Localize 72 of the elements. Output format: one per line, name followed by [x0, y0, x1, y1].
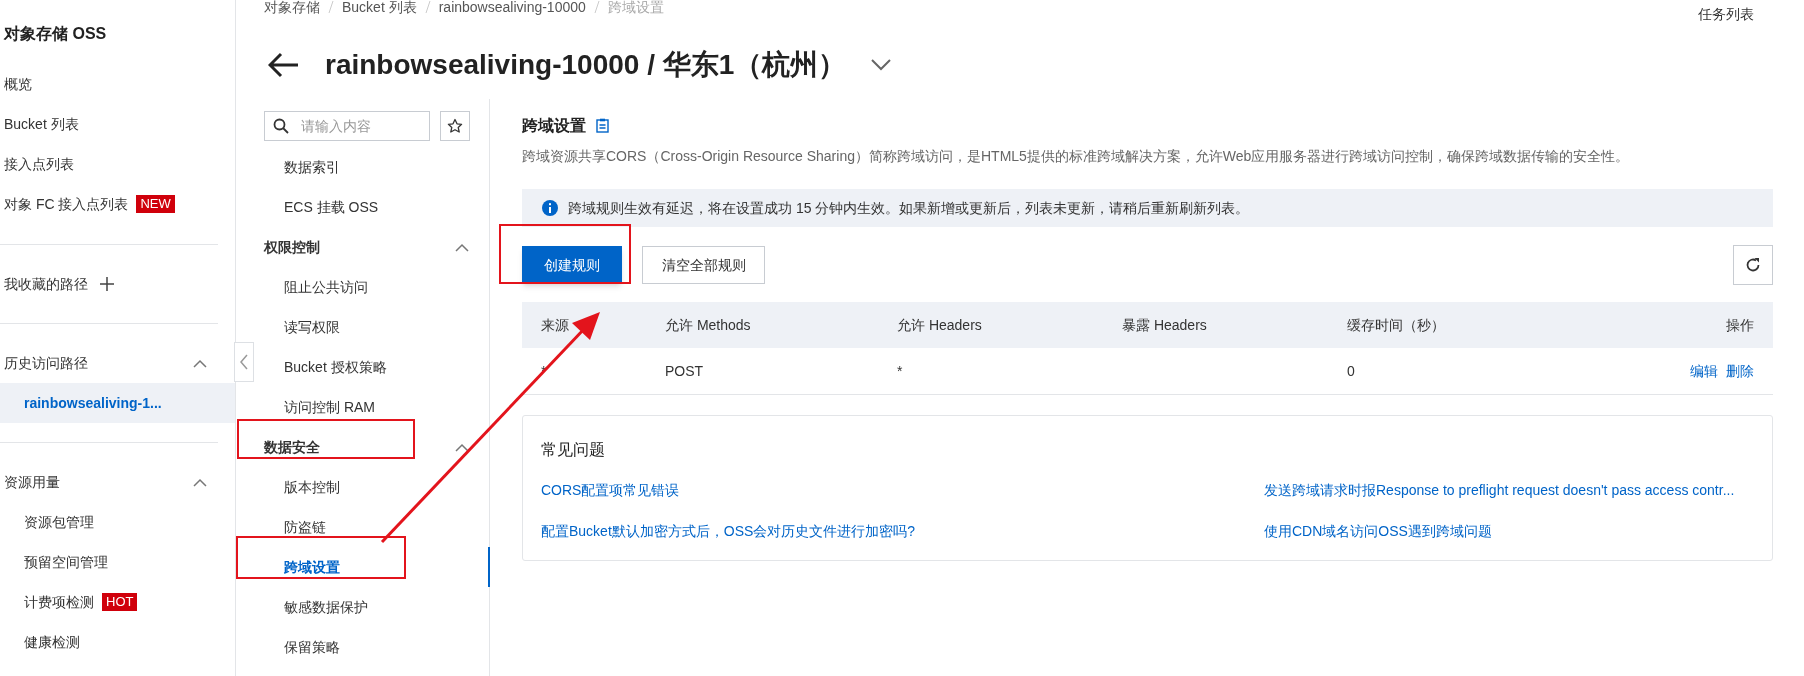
- faq-link[interactable]: CORS配置项常见错误: [541, 480, 1264, 501]
- nav-item[interactable]: 数据索引: [284, 156, 340, 178]
- section-label[interactable]: 历史访问路径: [4, 352, 88, 374]
- sidebar-item[interactable]: 预留空间管理: [24, 551, 108, 573]
- plus-icon[interactable]: [100, 277, 114, 291]
- nav-item[interactable]: 阻止公共访问: [284, 276, 368, 298]
- sidebar-item[interactable]: 计费项检测: [24, 591, 94, 613]
- table-cell-text: POST: [665, 361, 705, 381]
- column-header: 来源: [541, 315, 570, 335]
- nav-item[interactable]: 读写权限: [284, 316, 340, 338]
- chevron-up-icon[interactable]: [455, 242, 469, 252]
- notice-text: 跨域规则生效有延迟，将在设置成功 15 分钟内生效。如果新增或更新后，列表未更新，请稍后重新刷新列表。: [568, 198, 1250, 218]
- badge: HOT: [102, 593, 138, 611]
- section-label[interactable]: 资源用量: [4, 471, 60, 493]
- nav-item[interactable]: 版本控制: [284, 476, 340, 498]
- chevron-up-icon[interactable]: [193, 477, 207, 487]
- nav-group-label[interactable]: 数据安全: [264, 436, 320, 458]
- breadcrumb-separator: [328, 0, 334, 14]
- column-header: 允许 Methods: [665, 315, 752, 335]
- faq-link[interactable]: 配置Bucket默认加密方式后，OSS会对历史文件进行加密吗?: [541, 521, 1264, 542]
- faq-title: 常见问题: [541, 440, 606, 460]
- breadcrumb-link[interactable]: rainbowsealiving-10000: [438, 0, 586, 18]
- nav-group-label[interactable]: 权限控制: [264, 236, 320, 258]
- chevron-up-icon[interactable]: [193, 358, 207, 368]
- column-header: 操作: [1725, 315, 1754, 335]
- sidebar-item[interactable]: Bucket 列表: [4, 113, 79, 135]
- task-list-link[interactable]: 任务列表: [1698, 4, 1754, 25]
- faq-link[interactable]: 使用CDN域名访问OSS遇到跨域问题: [1264, 521, 1754, 542]
- page-title: rainbowsealiving-10000 / 华东1（杭州）: [325, 48, 847, 82]
- column-header: 缓存时间（秒）: [1347, 315, 1446, 335]
- sidebar-item[interactable]: 对象 FC 接入点列表: [4, 193, 129, 215]
- breadcrumb-link[interactable]: 对象存储: [264, 0, 320, 18]
- breadcrumb-link[interactable]: Bucket 列表: [342, 0, 417, 18]
- sidebar-item[interactable]: 健康检测: [24, 631, 80, 653]
- refresh-button[interactable]: [1733, 245, 1773, 285]
- nav-item[interactable]: 防盗链: [284, 516, 326, 538]
- breadcrumb-separator: [424, 0, 431, 14]
- action-button[interactable]: 清空全部规则: [642, 246, 765, 284]
- clipboard-icon[interactable]: [596, 118, 609, 133]
- action-button[interactable]: 创建规则: [522, 246, 622, 284]
- favorite-button[interactable]: [440, 111, 470, 141]
- table-link[interactable]: 删除: [1726, 360, 1754, 382]
- chevron-down-icon[interactable]: [870, 58, 893, 72]
- nav-item[interactable]: 保留策略: [284, 636, 340, 658]
- star-icon: [447, 118, 463, 134]
- nav-item[interactable]: Bucket 授权策略: [284, 356, 387, 378]
- chevron-up-icon[interactable]: [455, 442, 469, 452]
- table-cell-text: 0: [1347, 361, 1356, 381]
- nav-item[interactable]: 跨域设置: [284, 556, 340, 578]
- chevron-left-icon: [240, 354, 248, 370]
- search-icon: [273, 118, 289, 134]
- breadcrumb-separator: [593, 0, 600, 14]
- nav-item[interactable]: 敏感数据保护: [284, 596, 368, 618]
- refresh-icon: [1745, 257, 1761, 273]
- table-link[interactable]: 编辑: [1690, 360, 1718, 382]
- section-label[interactable]: 我收藏的路径: [4, 273, 88, 295]
- badge: NEW: [136, 195, 175, 213]
- sidebar-item[interactable]: 资源包管理: [24, 511, 94, 533]
- search-field[interactable]: 请输入内容: [264, 111, 430, 141]
- section-title: 跨域设置: [522, 115, 586, 136]
- info-icon: [542, 200, 558, 216]
- faq-link[interactable]: 发送跨域请求时报Response to preflight request doesn't pass access contr...: [1264, 480, 1754, 501]
- column-header: 允许 Headers: [897, 315, 983, 335]
- nav-item[interactable]: ECS 挂载 OSS: [284, 196, 379, 218]
- column-header: 暴露 Headers: [1122, 315, 1208, 335]
- section-description: 跨域资源共享CORS（Cross-Origin Resource Sharing）简称跨域访问，是HTML5提供的标准跨域解决方案，允许Web应用服务器进行跨域访问控制，确保跨域数据传输的安全性。: [522, 147, 1631, 166]
- table-cell-text: *: [897, 361, 904, 381]
- back-arrow-icon[interactable]: [268, 52, 300, 78]
- app-title: 对象存储 OSS: [2, 24, 108, 44]
- sidebar-item[interactable]: 概览: [4, 73, 32, 95]
- nav-item[interactable]: 访问控制 RAM: [284, 396, 375, 418]
- sidebar-item[interactable]: 接入点列表: [4, 153, 74, 175]
